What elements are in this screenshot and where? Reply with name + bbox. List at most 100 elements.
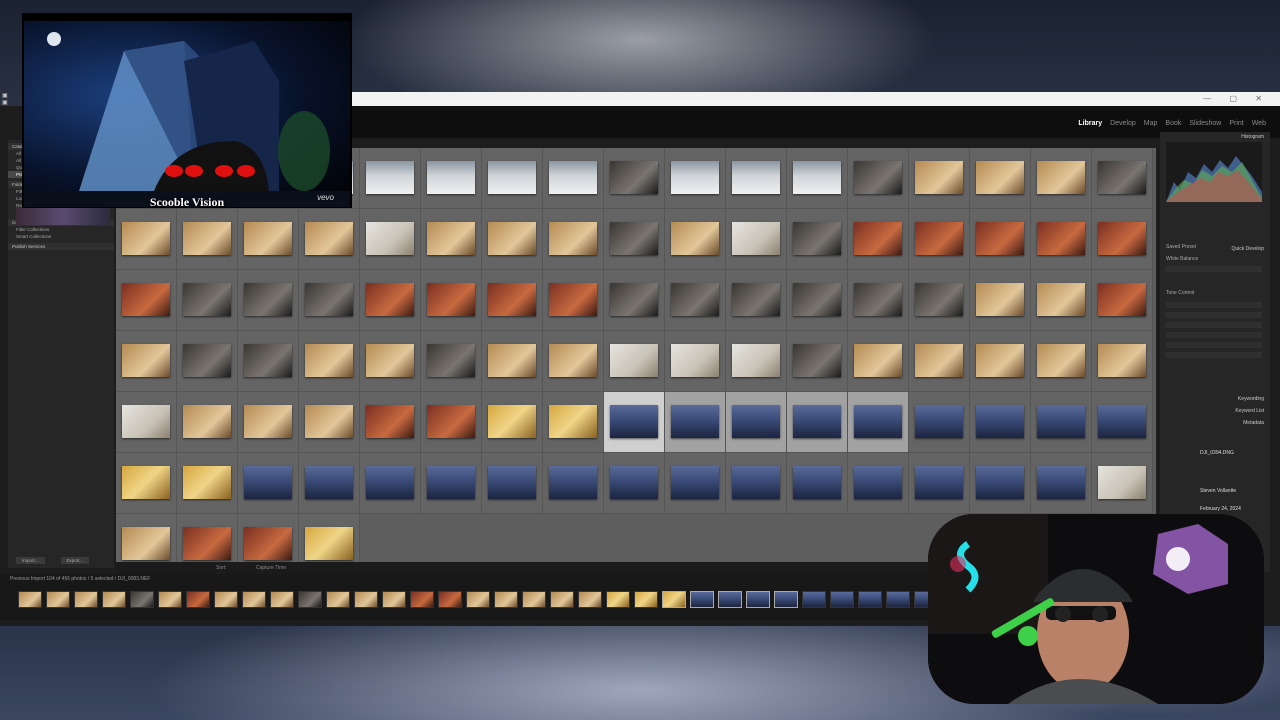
grid-thumbnail[interactable] [299, 270, 360, 331]
module-library[interactable]: Library [1078, 120, 1102, 127]
grid-thumbnail[interactable] [360, 453, 421, 514]
filmstrip-thumbnail[interactable] [578, 591, 602, 608]
grid-thumbnail[interactable] [1031, 270, 1092, 331]
exposure-control[interactable] [1166, 302, 1262, 308]
shadows-control[interactable] [1166, 332, 1262, 338]
grid-thumbnail[interactable] [726, 453, 787, 514]
grid-thumbnail[interactable] [848, 148, 909, 209]
grid-thumbnail[interactable] [299, 514, 360, 568]
grid-thumbnail[interactable] [909, 453, 970, 514]
filmstrip-thumbnail[interactable] [270, 591, 294, 608]
grid-thumbnail[interactable] [909, 148, 970, 209]
grid-thumbnail[interactable] [177, 331, 238, 392]
grid-thumbnail[interactable] [604, 148, 665, 209]
grid-thumbnail[interactable] [604, 331, 665, 392]
grid-thumbnail[interactable] [665, 148, 726, 209]
filmstrip-thumbnail[interactable] [410, 591, 434, 608]
grid-thumbnail[interactable] [482, 209, 543, 270]
grid-thumbnail[interactable] [482, 331, 543, 392]
grid-thumbnail[interactable] [604, 270, 665, 331]
module-develop[interactable]: Develop [1110, 120, 1136, 127]
library-grid[interactable] [116, 148, 1156, 568]
collection-item[interactable]: Filter Collections [8, 226, 114, 233]
filmstrip-thumbnail[interactable] [718, 591, 742, 608]
grid-thumbnail[interactable] [360, 514, 421, 568]
grid-thumbnail[interactable] [665, 331, 726, 392]
filmstrip-thumbnail[interactable] [466, 591, 490, 608]
metadata-header[interactable]: Metadata [1243, 420, 1264, 426]
import-button[interactable]: Import... [16, 557, 45, 564]
grid-thumbnail[interactable] [1092, 392, 1153, 453]
grid-thumbnail[interactable] [726, 392, 787, 453]
filmstrip-thumbnail[interactable] [438, 591, 462, 608]
grid-thumbnail[interactable] [238, 453, 299, 514]
module-book[interactable]: Book [1165, 120, 1181, 127]
grid-thumbnail[interactable] [116, 392, 177, 453]
publish-services-header[interactable]: Publish Services [8, 243, 114, 250]
grid-thumbnail[interactable] [909, 270, 970, 331]
module-web[interactable]: Web [1252, 120, 1266, 127]
grid-thumbnail[interactable] [482, 148, 543, 209]
grid-thumbnail[interactable] [360, 270, 421, 331]
grid-thumbnail[interactable] [360, 209, 421, 270]
filmstrip-thumbnail[interactable] [886, 591, 910, 608]
grid-thumbnail[interactable] [299, 453, 360, 514]
grid-thumbnail[interactable] [238, 392, 299, 453]
grid-thumbnail[interactable] [116, 453, 177, 514]
grid-thumbnail[interactable] [848, 331, 909, 392]
grid-thumbnail[interactable] [1092, 453, 1153, 514]
grid-thumbnail[interactable] [543, 209, 604, 270]
grid-thumbnail[interactable] [970, 148, 1031, 209]
grid-thumbnail[interactable] [1092, 209, 1153, 270]
grid-thumbnail[interactable] [482, 514, 543, 568]
export-button[interactable]: Export... [60, 557, 90, 564]
grid-thumbnail[interactable] [665, 392, 726, 453]
grid-thumbnail[interactable] [848, 514, 909, 568]
grid-thumbnail[interactable] [1031, 392, 1092, 453]
blacks-control[interactable] [1166, 352, 1262, 358]
grid-thumbnail[interactable] [1092, 331, 1153, 392]
grid-thumbnail[interactable] [970, 209, 1031, 270]
grid-thumbnail[interactable] [726, 270, 787, 331]
filmstrip-thumbnail[interactable] [242, 591, 266, 608]
grid-thumbnail[interactable] [360, 331, 421, 392]
grid-thumbnail[interactable] [116, 209, 177, 270]
collection-item[interactable]: Smart Collections [8, 233, 114, 240]
grid-thumbnail[interactable] [665, 270, 726, 331]
filmstrip-thumbnail[interactable] [774, 591, 798, 608]
grid-thumbnail[interactable] [421, 514, 482, 568]
filmstrip-thumbnail[interactable] [634, 591, 658, 608]
window-controls[interactable]: — ▢ ✕ [1203, 94, 1270, 103]
grid-thumbnail[interactable] [848, 270, 909, 331]
grid-thumbnail[interactable] [604, 514, 665, 568]
grid-thumbnail[interactable] [421, 148, 482, 209]
filmstrip-thumbnail[interactable] [326, 591, 350, 608]
grid-thumbnail[interactable] [848, 209, 909, 270]
grid-thumbnail[interactable] [787, 392, 848, 453]
histogram-header[interactable]: Histogram [1241, 134, 1264, 140]
grid-thumbnail[interactable] [116, 514, 177, 568]
keyword-list-header[interactable]: Keyword List [1235, 408, 1264, 414]
filmstrip-thumbnail[interactable] [214, 591, 238, 608]
filmstrip-thumbnail[interactable] [494, 591, 518, 608]
grid-thumbnail[interactable] [177, 270, 238, 331]
grid-thumbnail[interactable] [726, 148, 787, 209]
grid-thumbnail[interactable] [238, 270, 299, 331]
grid-thumbnail[interactable] [909, 209, 970, 270]
grid-thumbnail[interactable] [1092, 270, 1153, 331]
filmstrip-thumbnail[interactable] [74, 591, 98, 608]
module-map[interactable]: Map [1144, 120, 1158, 127]
grid-thumbnail[interactable] [1031, 209, 1092, 270]
grid-thumbnail[interactable] [360, 392, 421, 453]
filmstrip-thumbnail[interactable] [46, 591, 70, 608]
grid-thumbnail[interactable] [421, 209, 482, 270]
grid-thumbnail[interactable] [665, 514, 726, 568]
grid-thumbnail[interactable] [177, 514, 238, 568]
grid-thumbnail[interactable] [787, 270, 848, 331]
grid-thumbnail[interactable] [299, 209, 360, 270]
highlights-control[interactable] [1166, 322, 1262, 328]
grid-thumbnail[interactable] [543, 331, 604, 392]
module-slideshow[interactable]: Slideshow [1189, 120, 1221, 127]
filmstrip-thumbnail[interactable] [158, 591, 182, 608]
grid-thumbnail[interactable] [482, 453, 543, 514]
